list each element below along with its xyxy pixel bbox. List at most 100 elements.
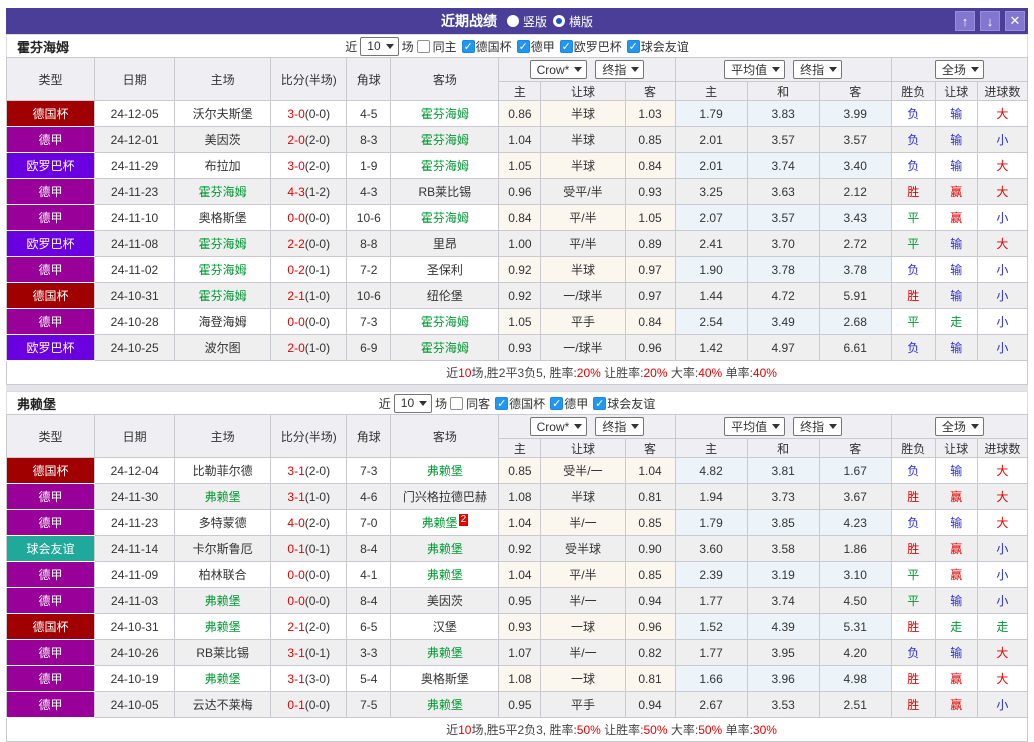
league-checkbox[interactable]: ✓	[516, 39, 530, 53]
team-link: 霍芬海姆	[198, 185, 247, 199]
away-team: 霍芬海姆	[390, 308, 500, 335]
match-type-badge: 德甲	[5, 509, 96, 536]
summary-text: 50%	[643, 723, 668, 737]
result-winloss: 负	[890, 334, 936, 361]
league-label[interactable]: 德国杯	[509, 395, 545, 412]
fulltime-score: 0-1	[287, 541, 305, 556]
away-team: 霍芬海姆	[390, 334, 500, 361]
match-row: 德国杯 24-10-31 霍芬海姆 2-1(1-0) 10-6 纽伦堡 0.92 一/球半 0.…	[5, 282, 1029, 309]
corner-score: 8-4	[346, 587, 392, 614]
league-label[interactable]: 德甲	[531, 38, 555, 55]
league-label[interactable]: 德甲	[564, 395, 588, 412]
average-select-value: 平均值	[731, 63, 768, 77]
avg-home-odds: 2.67	[674, 691, 748, 718]
match-type-badge: 德甲	[5, 639, 96, 666]
home-team: 奥格斯堡	[174, 204, 272, 231]
match-date: 24-11-23	[94, 509, 176, 536]
corner-score: 7-3	[346, 457, 392, 484]
avg-home-odds: 2.07	[674, 204, 748, 231]
average-select[interactable]: 平均值	[724, 417, 786, 436]
match-date: 24-11-23	[94, 178, 176, 205]
match-score: 2-2(0-0)	[270, 230, 348, 257]
avg-away-odds: 4.98	[818, 665, 892, 692]
match-row: 球会友谊 24-11-14 卡尔斯鲁厄 0-1(0-1) 8-4 弗赖堡 0.92 受半球 0.…	[5, 535, 1029, 562]
match-row: 德国杯 24-10-31 弗赖堡 2-1(2-0) 6-5 汉堡 0.93 一球 0.96 1.5…	[5, 613, 1029, 640]
same-venue-checkbox[interactable]	[450, 396, 464, 410]
away-team: 奥格斯堡	[390, 665, 500, 692]
result-winloss: 胜	[890, 282, 936, 309]
same-venue-label[interactable]: 同客	[466, 395, 490, 412]
avg-draw-odds: 3.53	[746, 691, 820, 718]
layout-option-unselected[interactable]: 竖版	[506, 13, 547, 30]
layout-option-label[interactable]: 竖版	[523, 13, 547, 30]
odds-time-select[interactable]: 终指	[595, 417, 645, 436]
matches-table: 类型 日期 主场 比分(半场) 角球 客场 Crow* 终指 平均值 终指 全场主让球客主和客胜负让…	[5, 57, 1029, 385]
league-checkbox[interactable]: ✓	[461, 39, 475, 53]
average-select[interactable]: 平均值	[724, 60, 786, 79]
away-team: 弗赖堡	[390, 639, 500, 666]
league-label[interactable]: 球会友谊	[607, 395, 655, 412]
avg-away-odds: 2.72	[818, 230, 892, 257]
move-down-button[interactable]: ↓	[980, 11, 1000, 31]
bookmaker-select[interactable]: Crow*	[529, 60, 588, 79]
avg-home-odds: 1.77	[674, 587, 748, 614]
team-link: 多特蒙德	[198, 516, 247, 530]
result-winloss: 负	[890, 126, 936, 153]
same-venue-checkbox[interactable]	[416, 39, 430, 53]
league-filter: ✓ 欧罗巴杯	[559, 38, 622, 55]
league-checkbox[interactable]: ✓	[593, 396, 607, 410]
avg-home-odds: 1.77	[674, 639, 748, 666]
result-goals: 小	[976, 204, 1029, 231]
period-select[interactable]: 全场	[934, 417, 984, 436]
avg-time-select-value: 终指	[800, 420, 825, 434]
home-team: 美因茨	[174, 126, 272, 153]
close-button[interactable]: ✕	[1005, 11, 1025, 31]
team-link: 云达不莱梅	[192, 698, 253, 712]
result-handicap: 输	[934, 282, 978, 309]
corner-score: 7-2	[346, 256, 392, 283]
match-score: 2-0(1-0)	[270, 334, 348, 361]
avg-time-select[interactable]: 终指	[793, 60, 843, 79]
home-team: 弗赖堡	[174, 613, 272, 640]
league-label[interactable]: 德国杯	[476, 38, 512, 55]
team-link: 汉堡	[432, 620, 457, 634]
result-goals: 小	[976, 256, 1029, 283]
layout-option-selected[interactable]: 横版	[553, 13, 593, 30]
move-up-button[interactable]: ↑	[955, 11, 975, 31]
bookmaker-select[interactable]: Crow*	[529, 417, 588, 436]
match-row: 德甲 24-10-19 弗赖堡 3-1(3-0) 5-4 奥格斯堡 1.08 一球 0.81 1.…	[5, 665, 1029, 692]
halftime-score: (1-0)	[304, 489, 331, 504]
result-handicap: 输	[934, 256, 978, 283]
league-checkbox[interactable]: ✓	[495, 396, 509, 410]
avg-home-odds: 1.44	[674, 282, 748, 309]
avg-time-select[interactable]: 终指	[793, 417, 843, 436]
league-label[interactable]: 球会友谊	[641, 38, 689, 55]
league-checkbox[interactable]: ✓	[559, 39, 573, 53]
league-checkbox[interactable]: ✓	[550, 396, 564, 410]
team-link: 柏林联合	[198, 568, 247, 582]
team-link: 美因茨	[426, 594, 463, 608]
radio-icon[interactable]	[553, 15, 565, 27]
match-count-select[interactable]: 10	[360, 36, 399, 56]
period-select[interactable]: 全场	[934, 60, 984, 79]
home-team: 霍芬海姆	[174, 282, 272, 309]
avg-away-odds: 3.67	[818, 483, 892, 510]
match-score: 0-1(0-1)	[270, 535, 348, 562]
away-team: 霍芬海姆	[390, 100, 500, 127]
fulltime-score: 2-0	[287, 132, 305, 147]
filter-bar: 近 10 场同主 ✓ 德国杯 ✓ 德甲 ✓ 欧罗巴杯 ✓ 球会友谊	[345, 36, 689, 56]
match-date: 24-12-05	[94, 100, 176, 127]
halftime-score: (0-1)	[304, 541, 331, 556]
chevron-down-icon	[829, 67, 838, 72]
match-count-select[interactable]: 10	[393, 393, 433, 413]
layout-option-label[interactable]: 横版	[569, 13, 593, 30]
league-checkbox[interactable]: ✓	[626, 39, 640, 53]
avg-draw-odds: 3.57	[746, 204, 820, 231]
radio-icon[interactable]	[506, 15, 519, 27]
odds-time-select[interactable]: 终指	[595, 60, 645, 79]
league-label[interactable]: 欧罗巴杯	[574, 38, 622, 55]
summary-text: 10	[458, 366, 472, 380]
match-row: 德甲 24-10-26 RB莱比锡 3-1(0-1) 3-3 弗赖堡 1.07 半/一 0.82…	[5, 639, 1029, 666]
team-link: 弗赖堡	[204, 620, 241, 634]
same-venue-label[interactable]: 同主	[433, 38, 457, 55]
